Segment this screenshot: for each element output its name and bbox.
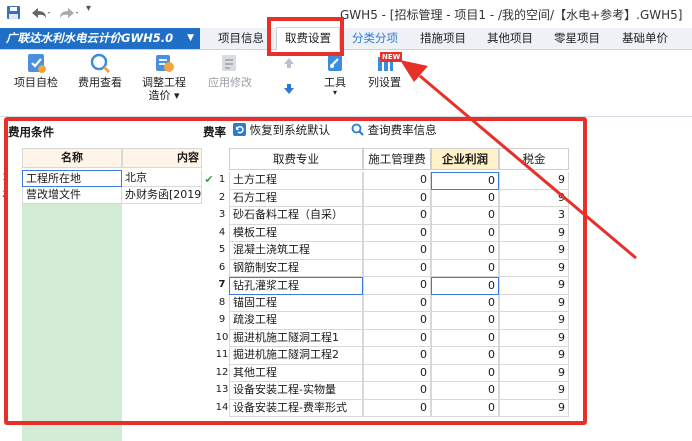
adjust-icon xyxy=(156,55,174,72)
up-arrow-icon[interactable] xyxy=(282,56,296,70)
app-name: 广联达水利水电云计价GWH5.0 xyxy=(6,31,174,45)
save-icon[interactable] xyxy=(6,5,22,21)
tab-base-prices[interactable]: 基础单价 xyxy=(622,28,668,49)
ribbon-toolbar: 项目自检 费用查看 调整工程 造价 ▾ 应用修改 工具 ▾ 列设置 xyxy=(0,50,692,117)
fee-view-button[interactable]: 费用查看 xyxy=(78,52,122,89)
tab-other-items[interactable]: 其他项目 xyxy=(487,28,533,49)
apply-modify-button[interactable]: 应用修改 xyxy=(208,52,252,89)
tab-project-info[interactable]: 项目信息 xyxy=(218,28,264,49)
app-menu-button[interactable]: 广联达水利水电云计价GWH5.0 ▼ xyxy=(0,28,200,49)
adjust-cost-button[interactable]: 调整工程 造价 ▾ xyxy=(142,52,186,102)
tools-button[interactable]: 工具 ▾ xyxy=(324,52,346,97)
annotation-box-tab xyxy=(267,17,344,56)
edit-icon xyxy=(222,55,236,71)
chevron-down-icon: ▼ xyxy=(187,33,194,43)
customize-quick-access-icon[interactable]: ▾ xyxy=(86,3,91,19)
tab-sporadic-items[interactable]: 零星项目 xyxy=(554,28,600,49)
redo-icon[interactable] xyxy=(56,5,80,21)
tab-sub-items[interactable]: 分类分项 xyxy=(352,28,398,49)
check-icon xyxy=(28,54,46,73)
title-bar: ▾ GWH5 - [招标管理 - 项目1 - /我的空间/【水电+参考】.GWH… xyxy=(0,0,692,28)
window-title: GWH5 - [招标管理 - 项目1 - /我的空间/【水电+参考】.GWH5] xyxy=(340,8,683,22)
magnifier-icon xyxy=(90,53,111,74)
self-check-button[interactable]: 项目自检 xyxy=(14,52,58,89)
tab-measures[interactable]: 措施项目 xyxy=(420,28,466,49)
ribbon-tab-bar: 广联达水利水电云计价GWH5.0 ▼ 项目信息 取费设置 分类分项 措施项目 其… xyxy=(0,27,692,51)
annotation-box-content xyxy=(4,117,587,425)
new-badge: NEW xyxy=(380,52,403,62)
undo-icon[interactable] xyxy=(28,5,52,21)
down-arrow-icon[interactable] xyxy=(282,82,296,96)
